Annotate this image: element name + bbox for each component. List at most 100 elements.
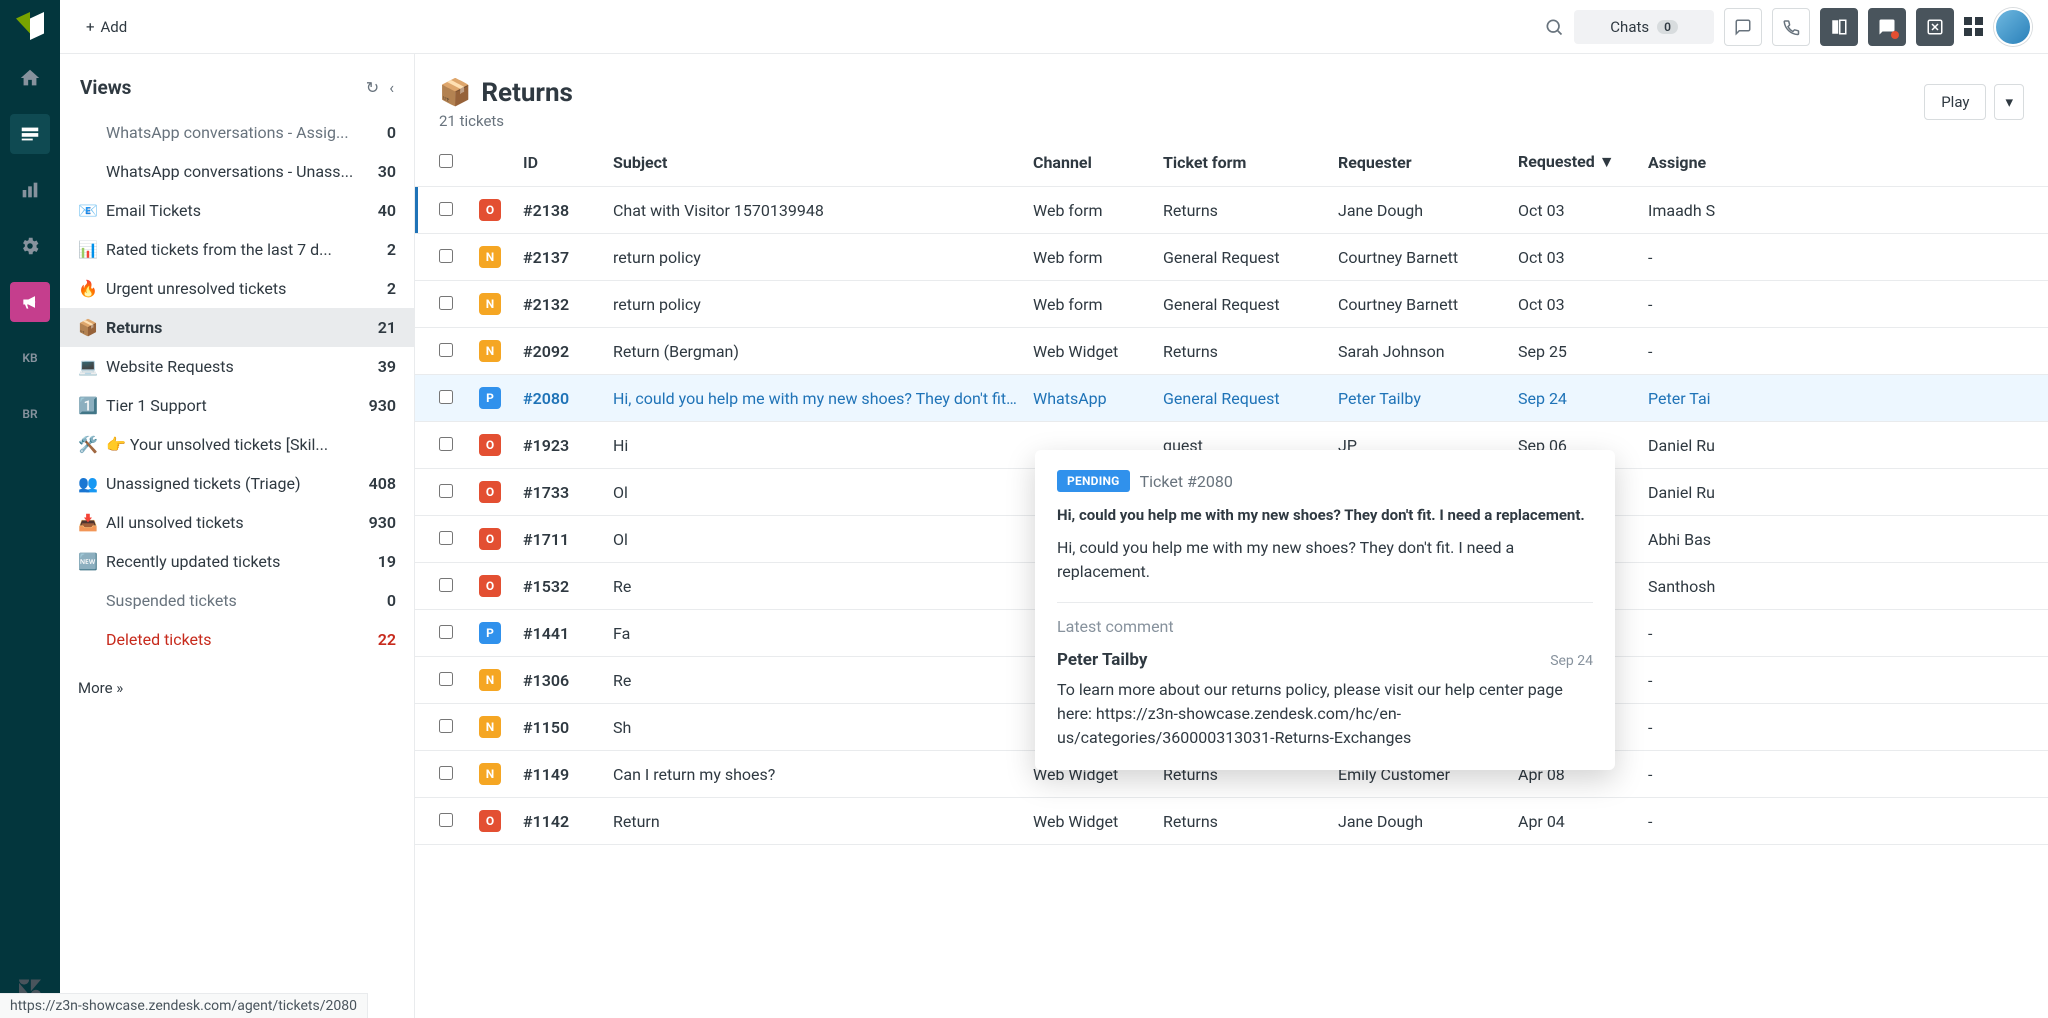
panel-icon[interactable] <box>1820 8 1858 46</box>
collapse-icon[interactable]: ‹ <box>389 78 394 97</box>
nav-home[interactable] <box>10 58 50 98</box>
nav-reporting[interactable] <box>10 170 50 210</box>
ticket-form: Returns <box>1155 201 1330 220</box>
comment-icon[interactable] <box>1724 8 1762 46</box>
popover-body: Hi, could you help me with my new shoes?… <box>1057 536 1593 584</box>
ticket-row[interactable]: N#2137return policyWeb formGeneral Reque… <box>415 234 2048 281</box>
row-checkbox[interactable] <box>439 766 453 780</box>
row-checkbox[interactable] <box>439 484 453 498</box>
play-dropdown[interactable]: ▾ <box>1994 84 2024 120</box>
status-tag: PENDING <box>1057 470 1130 492</box>
col-requested[interactable]: Requested ▼ <box>1510 152 1640 172</box>
ticket-row[interactable]: O#2138Chat with Visitor 1570139948Web fo… <box>415 187 2048 234</box>
row-checkbox[interactable] <box>439 719 453 733</box>
apps-icon[interactable] <box>1964 17 1984 37</box>
ticket-subject: Re <box>605 671 1025 690</box>
logo-icon[interactable] <box>14 10 46 42</box>
sidebar-view-item[interactable]: 📧Email Tickets40 <box>60 191 414 230</box>
row-checkbox[interactable] <box>439 202 453 216</box>
view-count: 40 <box>378 201 396 220</box>
view-count: 21 <box>378 318 396 337</box>
ticket-channel: Web Widget <box>1025 342 1155 361</box>
view-label: Tier 1 Support <box>106 396 361 415</box>
add-button[interactable]: + Add <box>76 12 137 42</box>
sidebar-view-item[interactable]: 👥Unassigned tickets (Triage)408 <box>60 464 414 503</box>
col-form[interactable]: Ticket form <box>1155 153 1330 172</box>
row-checkbox[interactable] <box>439 813 453 827</box>
ticket-assignee: - <box>1640 812 2048 831</box>
sidebar-view-item[interactable]: 📥All unsolved tickets930 <box>60 503 414 542</box>
ticket-subject: Hi, could you help me with my new shoes?… <box>605 389 1025 408</box>
ticket-form: Returns <box>1155 342 1330 361</box>
nav-admin[interactable] <box>10 226 50 266</box>
ticket-subject: Return (Bergman) <box>605 342 1025 361</box>
row-checkbox[interactable] <box>439 249 453 263</box>
user-avatar[interactable] <box>1994 8 2032 46</box>
sidebar-view-item[interactable]: 📊Rated tickets from the last 7 d...2 <box>60 230 414 269</box>
row-checkbox[interactable] <box>439 343 453 357</box>
refresh-icon[interactable]: ↻ <box>366 78 379 97</box>
sidebar-view-item[interactable]: 🛠️👉 Your unsolved tickets [Skil... <box>60 425 414 464</box>
ticket-assignee: Santhosh <box>1640 577 2048 596</box>
col-requester[interactable]: Requester <box>1330 153 1510 172</box>
sidebar-view-item[interactable]: 💻Website Requests39 <box>60 347 414 386</box>
col-assignee[interactable]: Assigne <box>1640 153 2048 172</box>
ticket-assignee: - <box>1640 624 2048 643</box>
nav-br[interactable]: BR <box>10 394 50 434</box>
view-label: Recently updated tickets <box>106 552 370 571</box>
row-checkbox[interactable] <box>439 625 453 639</box>
nav-announce[interactable] <box>10 282 50 322</box>
ticket-requested: Oct 03 <box>1510 201 1640 220</box>
ticket-subject: Ol <box>605 530 1025 549</box>
view-label: All unsolved tickets <box>106 513 361 532</box>
ticket-id: #1149 <box>515 765 605 784</box>
nav-views[interactable] <box>10 114 50 154</box>
ticket-assignee: - <box>1640 295 2048 314</box>
table-header: ID Subject Channel Ticket form Requester… <box>415 140 2048 187</box>
view-emoji-icon: 🛠️ <box>78 435 98 454</box>
popover-ticket-id: Ticket #2080 <box>1140 472 1233 491</box>
view-count: 30 <box>378 162 396 181</box>
row-checkbox[interactable] <box>439 296 453 310</box>
status-badge: N <box>479 763 501 785</box>
add-label: Add <box>101 18 128 36</box>
play-button[interactable]: Play <box>1924 84 1986 120</box>
sidebar-view-item[interactable]: WhatsApp conversations - Assig...0 <box>60 113 414 152</box>
sidebar-view-item[interactable]: WhatsApp conversations - Unass...30 <box>60 152 414 191</box>
chat-notif-icon[interactable] <box>1868 8 1906 46</box>
search-icon[interactable] <box>1544 17 1564 37</box>
select-all-checkbox[interactable] <box>439 154 453 168</box>
nav-kb[interactable]: KB <box>10 338 50 378</box>
ticket-id: #1150 <box>515 718 605 737</box>
ticket-row[interactable]: N#2132return policyWeb formGeneral Reque… <box>415 281 2048 328</box>
row-checkbox[interactable] <box>439 578 453 592</box>
sidebar-view-item[interactable]: 📦Returns21 <box>60 308 414 347</box>
ticket-row[interactable]: N#2092Return (Bergman)Web WidgetReturnsS… <box>415 328 2048 375</box>
view-label: Suspended tickets <box>106 591 379 610</box>
sidebar-view-item[interactable]: 1️⃣Tier 1 Support930 <box>60 386 414 425</box>
row-checkbox[interactable] <box>439 390 453 404</box>
sidebar-view-item[interactable]: Deleted tickets22 <box>60 620 414 659</box>
ticket-row[interactable]: O#1142ReturnWeb WidgetReturnsJane DoughA… <box>415 798 2048 845</box>
sidebar-view-item[interactable]: 🔥Urgent unresolved tickets2 <box>60 269 414 308</box>
views-sidebar: Views ↻ ‹ WhatsApp conversations - Assig… <box>60 54 415 1018</box>
sidebar-view-item[interactable]: 🆕Recently updated tickets19 <box>60 542 414 581</box>
chats-label: Chats <box>1610 18 1649 36</box>
col-subject[interactable]: Subject <box>605 153 1025 172</box>
chats-pill[interactable]: Chats 0 <box>1574 10 1714 44</box>
views-title: Views <box>80 76 131 99</box>
row-checkbox[interactable] <box>439 531 453 545</box>
close-panel-icon[interactable] <box>1916 8 1954 46</box>
ticket-row[interactable]: P#2080Hi, could you help me with my new … <box>415 375 2048 422</box>
ticket-subject: Ol <box>605 483 1025 502</box>
views-more[interactable]: More » <box>60 659 414 717</box>
view-label: Unassigned tickets (Triage) <box>106 474 361 493</box>
ticket-id: #1532 <box>515 577 605 596</box>
ticket-id: #1306 <box>515 671 605 690</box>
sidebar-view-item[interactable]: Suspended tickets0 <box>60 581 414 620</box>
phone-icon[interactable] <box>1772 8 1810 46</box>
row-checkbox[interactable] <box>439 672 453 686</box>
col-id[interactable]: ID <box>515 153 605 172</box>
col-channel[interactable]: Channel <box>1025 153 1155 172</box>
row-checkbox[interactable] <box>439 437 453 451</box>
